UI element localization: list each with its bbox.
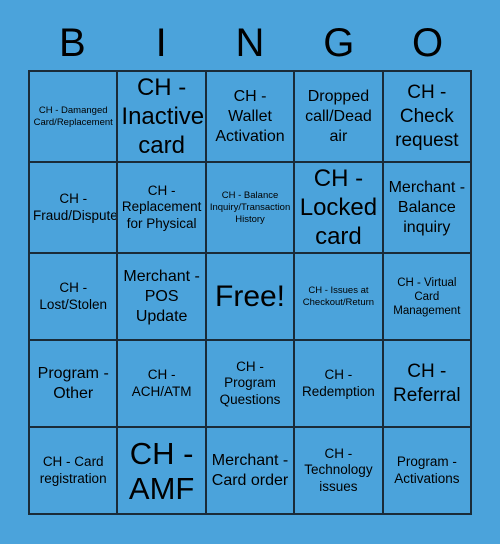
bingo-cell-label: CH - Referral <box>393 360 461 406</box>
bingo-cell-label: CH - Technology issues <box>304 445 373 494</box>
bingo-cell[interactable]: CH - Card registration <box>30 428 119 513</box>
bingo-cell[interactable]: CH - Inactive card <box>118 72 207 161</box>
bingo-cell-label: Program - Other <box>37 364 109 402</box>
bingo-cell[interactable]: Program - Activations <box>384 428 470 513</box>
bingo-cell[interactable]: CH - Locked card <box>295 163 384 252</box>
bingo-cell[interactable]: Merchant - Card order <box>207 428 296 513</box>
bingo-cell[interactable]: Merchant - Balance inquiry <box>384 163 470 252</box>
bingo-cell-label: CH - AMF <box>128 435 195 506</box>
header-letter-b: B <box>59 21 86 65</box>
bingo-cell-label: Dropped call/Dead air <box>305 87 372 145</box>
bingo-cell[interactable]: CH - Fraud/Dispute <box>30 163 119 252</box>
bingo-cell-label: CH - Replacement for Physical <box>121 182 202 231</box>
bingo-card: B I N G O CH - Damanged Card/Replacement… <box>0 0 500 544</box>
bingo-row: CH - Fraud/Dispute CH - Replacement for … <box>30 163 470 254</box>
bingo-cell-label: CH - Wallet Activation <box>215 87 285 145</box>
header-letter-i: I <box>155 21 167 65</box>
bingo-cell[interactable]: CH - Referral <box>384 341 470 426</box>
header-letter-o: O <box>412 21 444 65</box>
bingo-cell[interactable]: CH - Replacement for Physical <box>118 163 207 252</box>
bingo-cell[interactable]: CH - Check request <box>384 72 470 161</box>
bingo-cell[interactable]: CH - Lost/Stolen <box>30 254 119 339</box>
bingo-cell[interactable]: CH - Wallet Activation <box>207 72 296 161</box>
bingo-row: CH - Lost/Stolen Merchant - POS Update F… <box>30 254 470 341</box>
bingo-cell-label: Merchant - Card order <box>211 451 289 489</box>
bingo-cell-label: CH - Check request <box>395 81 459 151</box>
bingo-cell[interactable]: CH - Issues at Checkout/Return <box>295 254 384 339</box>
bingo-cell-free[interactable]: Free! <box>207 254 296 339</box>
bingo-header: B I N G O <box>28 16 472 70</box>
bingo-cell-label: CH - Redemption <box>302 367 375 399</box>
bingo-cell-label: CH - Program Questions <box>219 358 281 407</box>
bingo-row: CH - Card registration CH - AMF Merchant… <box>30 428 470 513</box>
bingo-cell[interactable]: Dropped call/Dead air <box>295 72 384 161</box>
bingo-cell-label: CH - Virtual Card Management <box>393 276 461 317</box>
bingo-cell-label: Program - Activations <box>394 454 460 486</box>
header-letter-n: N <box>235 21 265 65</box>
bingo-row: Program - Other CH - ACH/ATM CH - Progra… <box>30 341 470 428</box>
bingo-cell-label: CH - Locked card <box>299 165 378 250</box>
bingo-cell-label: Free! <box>215 279 286 313</box>
bingo-cell-label: CH - ACH/ATM <box>131 367 192 399</box>
bingo-cell[interactable]: CH - Technology issues <box>295 428 384 513</box>
bingo-cell-label: CH - Damanged Card/Replacement <box>33 104 113 128</box>
bingo-cell[interactable]: CH - Damanged Card/Replacement <box>30 72 119 161</box>
bingo-cell[interactable]: CH - Virtual Card Management <box>384 254 470 339</box>
bingo-cell[interactable]: CH - AMF <box>118 428 207 513</box>
bingo-row: CH - Damanged Card/Replacement CH - Inac… <box>30 72 470 163</box>
bingo-cell[interactable]: CH - Redemption <box>295 341 384 426</box>
bingo-cell-label: CH - Balance Inquiry/Transaction History <box>209 189 291 225</box>
bingo-cell-label: CH - Inactive card <box>121 74 205 159</box>
bingo-cell[interactable]: CH - Balance Inquiry/Transaction History <box>207 163 296 252</box>
bingo-cell[interactable]: CH - Program Questions <box>207 341 296 426</box>
bingo-cell-label: CH - Card registration <box>39 454 107 486</box>
bingo-cell-label: Merchant - Balance inquiry <box>388 178 466 236</box>
bingo-cell[interactable]: Merchant - POS Update <box>118 254 207 339</box>
bingo-cell[interactable]: Program - Other <box>30 341 119 426</box>
bingo-cell-label: CH - Fraud/Dispute <box>33 191 118 223</box>
bingo-cell[interactable]: CH - ACH/ATM <box>118 341 207 426</box>
header-letter-g: G <box>323 21 355 65</box>
bingo-grid: CH - Damanged Card/Replacement CH - Inac… <box>28 70 472 515</box>
bingo-cell-label: Merchant - POS Update <box>123 267 200 325</box>
bingo-cell-label: CH - Issues at Checkout/Return <box>302 284 375 308</box>
bingo-cell-label: CH - Lost/Stolen <box>39 280 107 312</box>
